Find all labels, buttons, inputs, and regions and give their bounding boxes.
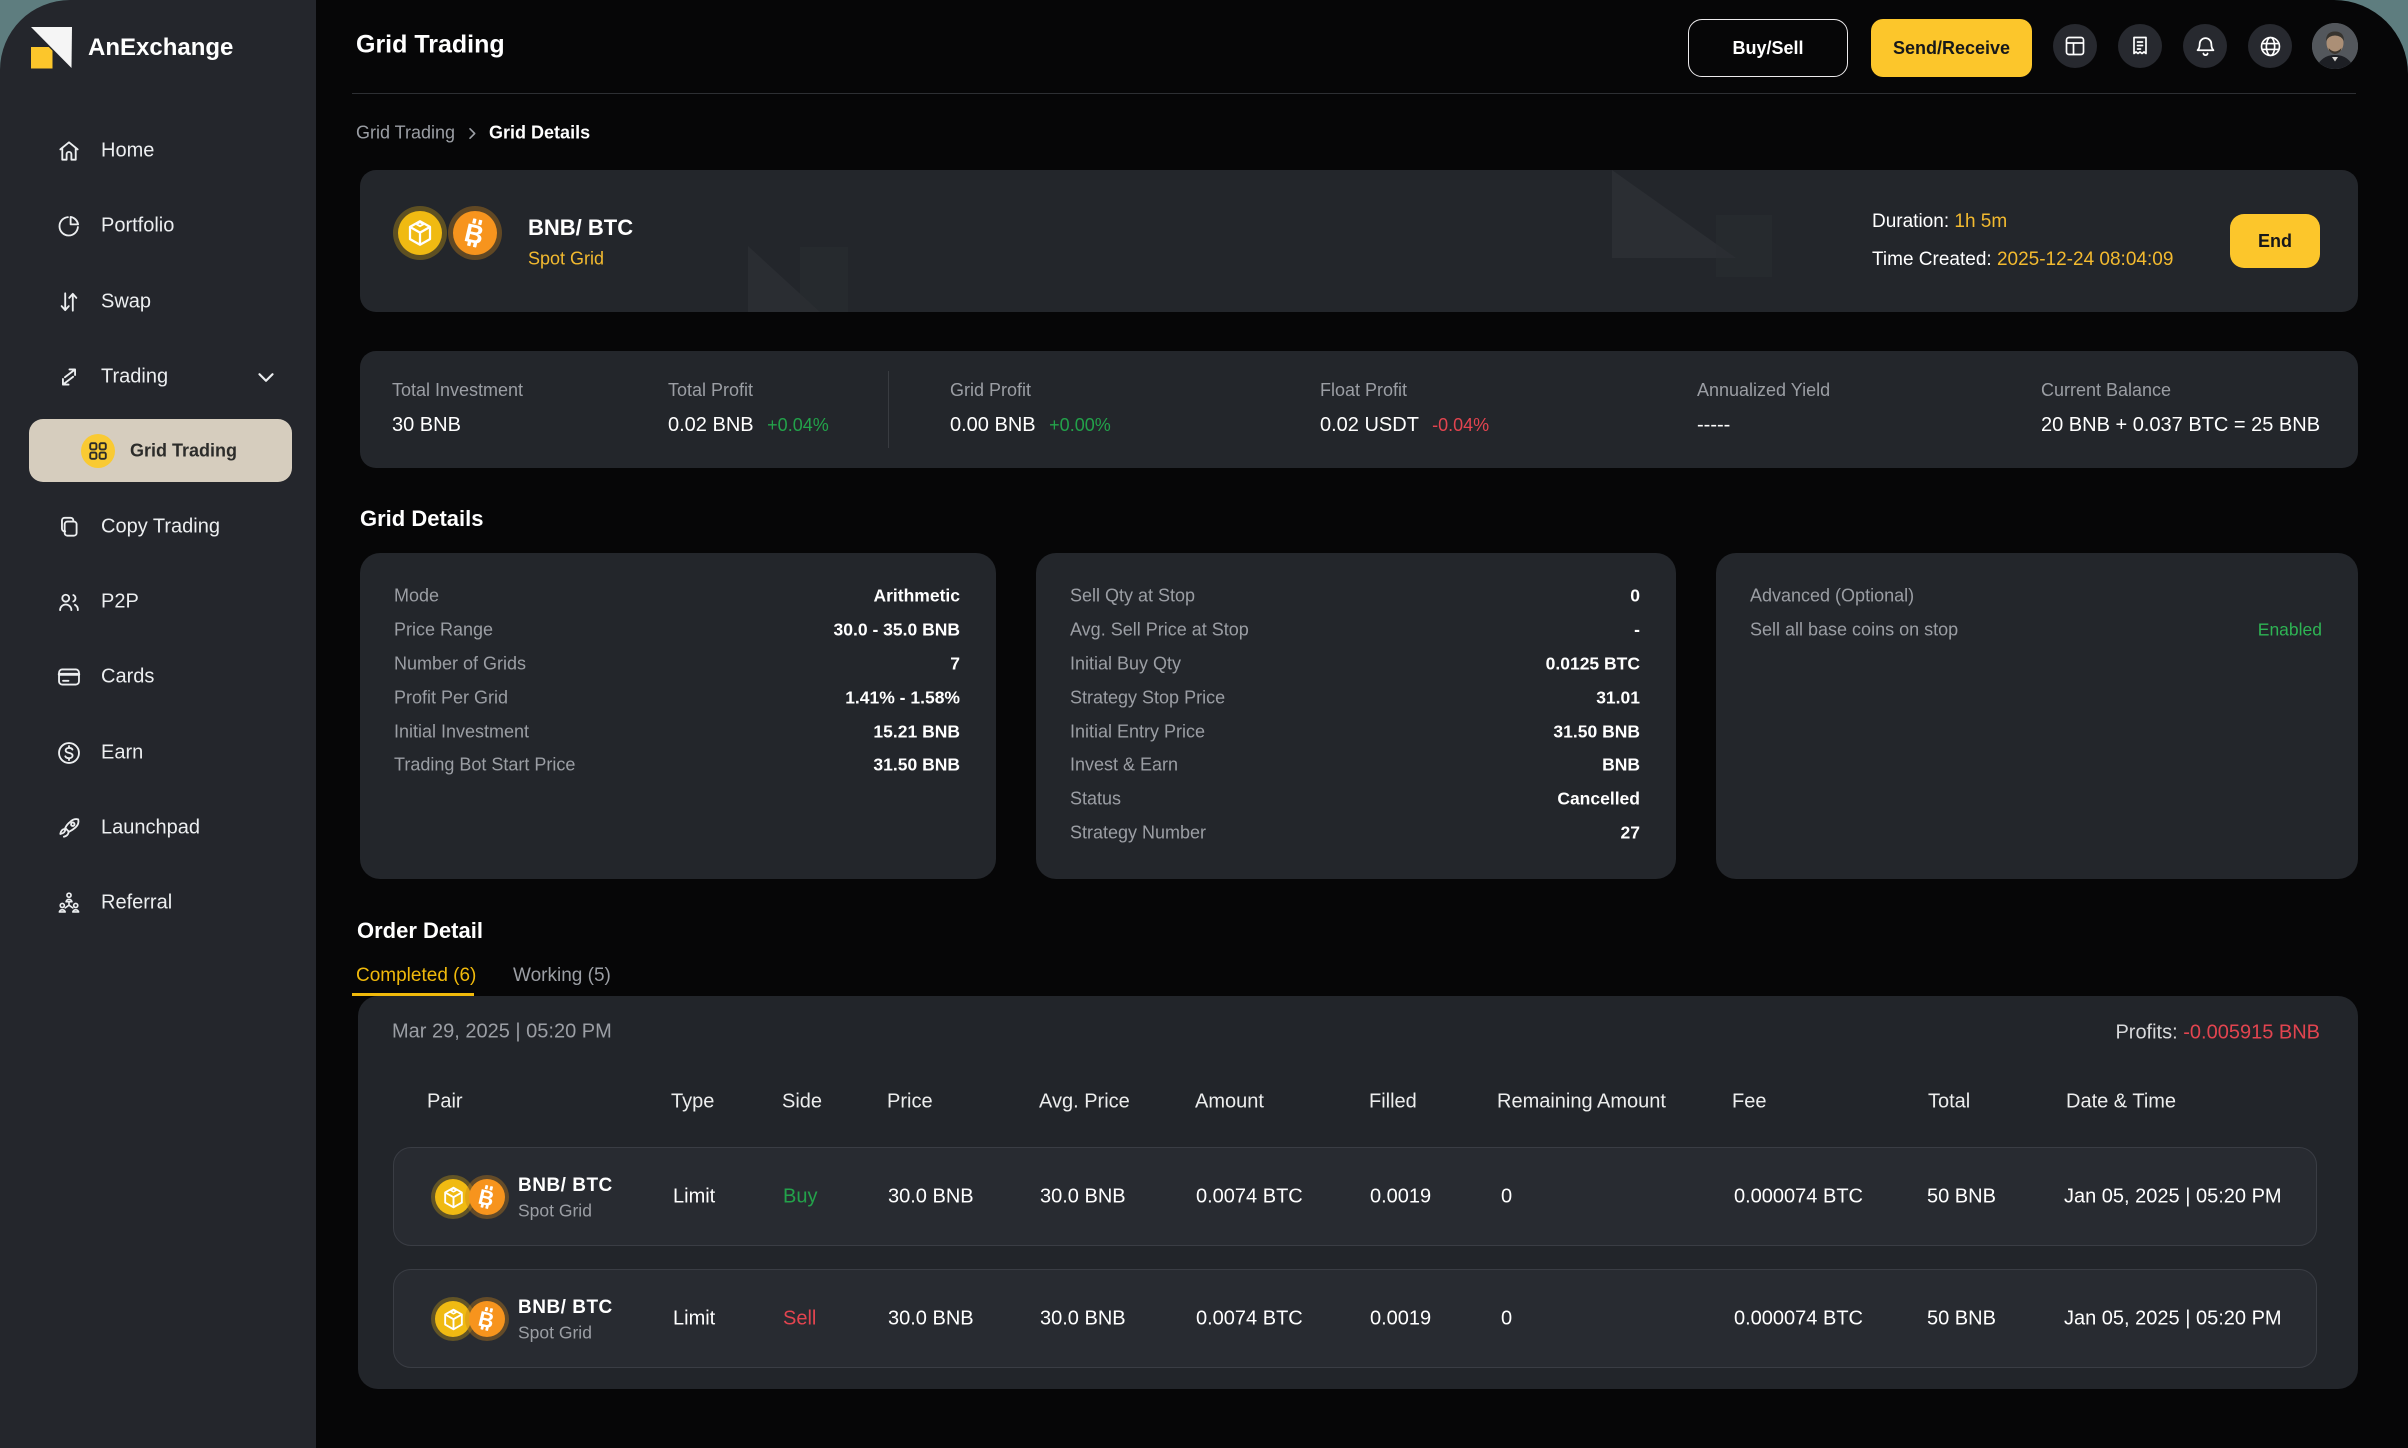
svg-text:B: B [462,217,487,250]
svg-text:B: B [476,1307,496,1334]
svg-text:B: B [476,1185,496,1212]
